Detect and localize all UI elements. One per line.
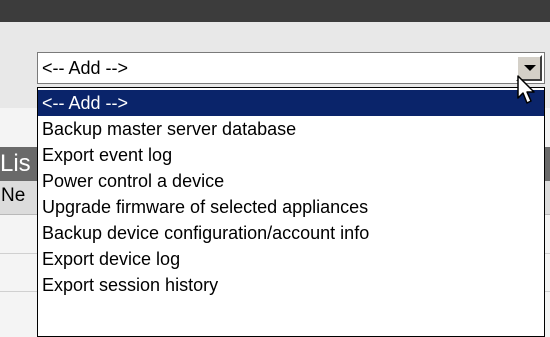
section-title: Lis [0, 150, 31, 177]
dropdown-option-backup-master-db[interactable]: Backup master server database [38, 116, 544, 142]
dropdown-option-upgrade-firmware[interactable]: Upgrade firmware of selected appliances [38, 194, 544, 220]
column-header-name[interactable]: Ne [1, 185, 25, 207]
mouse-pointer-icon [517, 75, 535, 104]
select-value: <-- Add --> [42, 58, 129, 78]
top-bar [0, 0, 550, 22]
dropdown-option-backup-device-config[interactable]: Backup device configuration/account info [38, 220, 544, 246]
add-action-select[interactable]: <-- Add --> [37, 52, 545, 84]
dropdown-option-add[interactable]: <-- Add --> [38, 90, 544, 116]
dropdown-option-power-control[interactable]: Power control a device [38, 168, 544, 194]
dropdown-option-export-device-log[interactable]: Export device log [38, 246, 544, 272]
dropdown-option-export-session-history[interactable]: Export session history [38, 272, 544, 298]
add-action-dropdown-list[interactable]: <-- Add --> Backup master server databas… [37, 87, 545, 337]
dropdown-option-export-event-log[interactable]: Export event log [38, 142, 544, 168]
chevron-down-icon [524, 65, 536, 71]
